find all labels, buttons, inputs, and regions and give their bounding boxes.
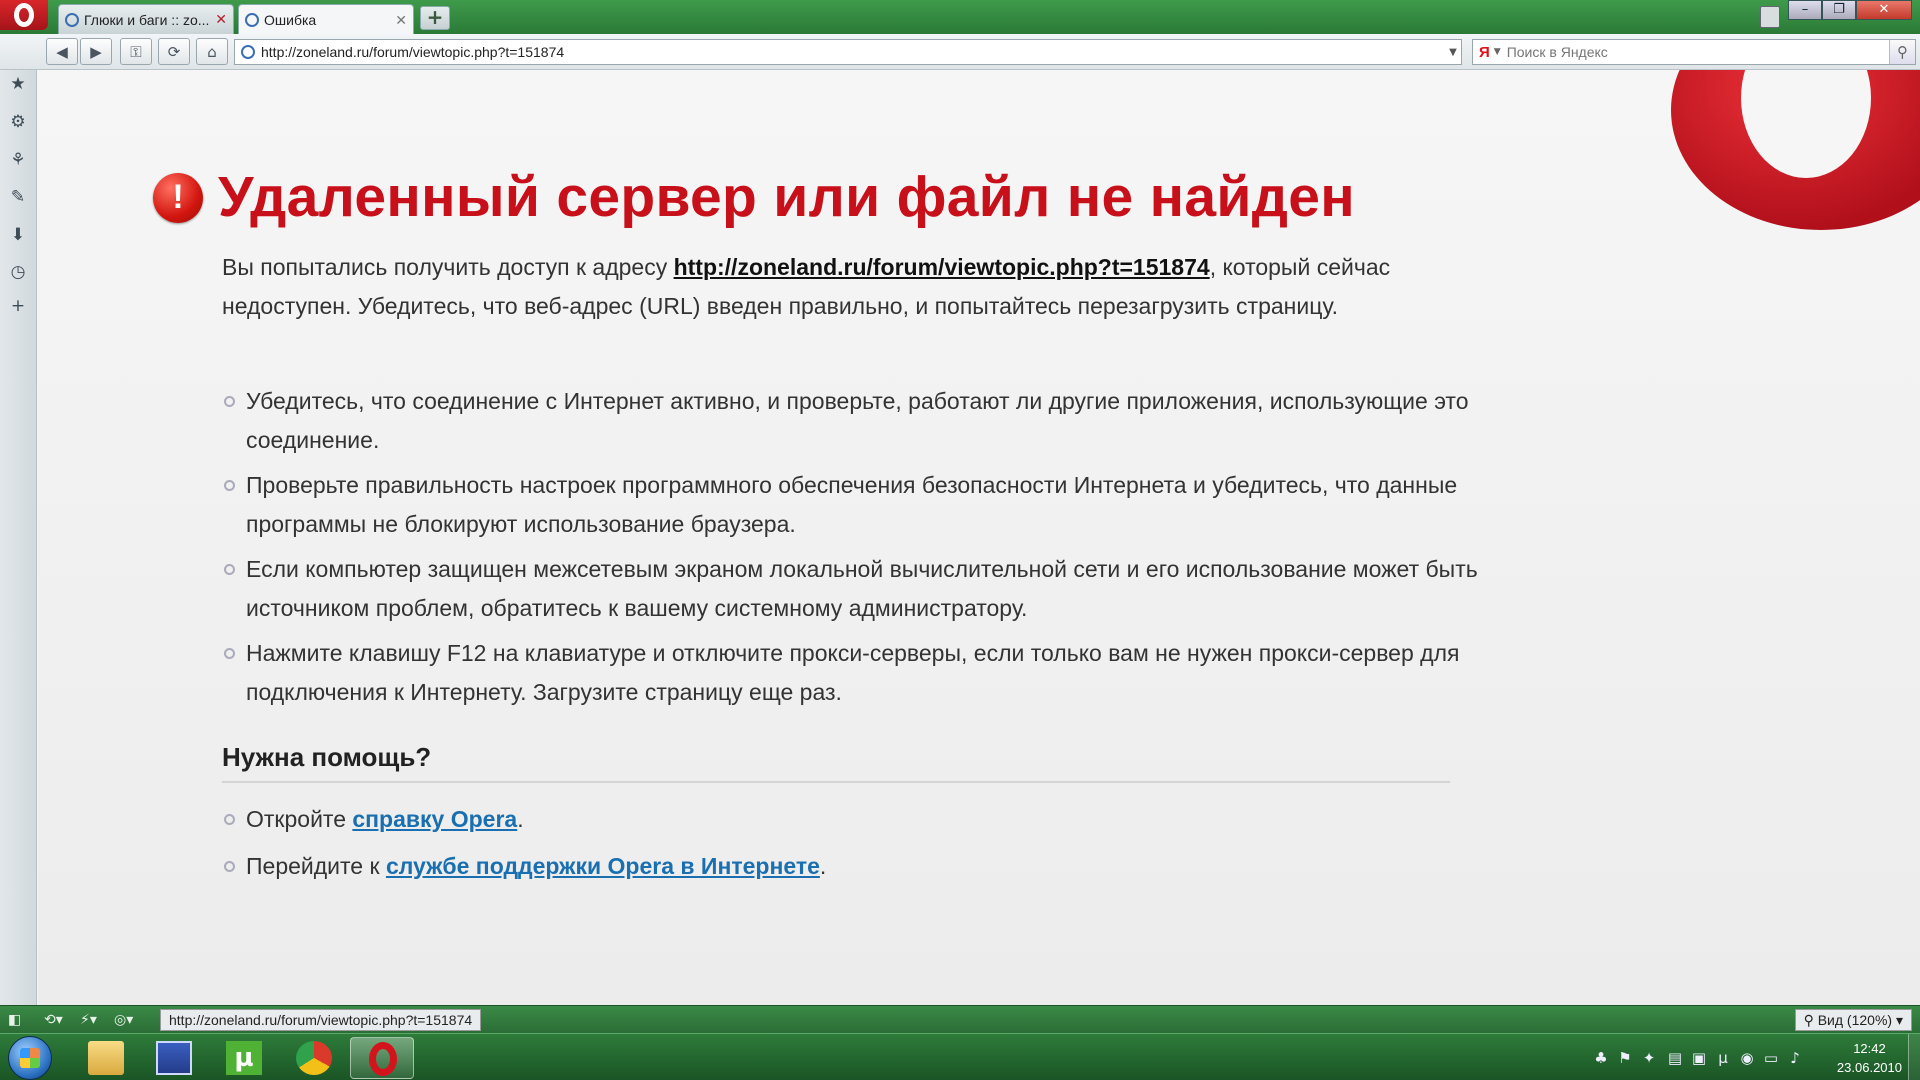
floppy-disk-icon <box>156 1041 192 1075</box>
opera-logo-watermark <box>1671 70 1920 230</box>
address-bar[interactable]: ▼ <box>234 39 1462 65</box>
address-input[interactable] <box>261 44 1445 60</box>
trash-can-icon[interactable] <box>1760 6 1780 28</box>
windows-logo-icon <box>20 1048 40 1068</box>
close-tab-icon[interactable]: ✕ <box>395 12 407 29</box>
yandex-icon[interactable]: Я <box>1479 44 1490 61</box>
history-clock-icon[interactable]: ◷ <box>8 262 28 282</box>
key-icon: ⚿ <box>130 42 142 61</box>
bookmarks-icon[interactable]: ★ <box>8 74 28 94</box>
network-tray-icon[interactable]: ✦ <box>1640 1049 1658 1067</box>
app-tray-icon[interactable]: ▣ <box>1690 1049 1708 1067</box>
flag-tray-icon[interactable]: ⚑ <box>1616 1049 1634 1067</box>
show-desktop-button[interactable] <box>1908 1034 1920 1080</box>
back-button[interactable]: ◀ <box>46 38 78 65</box>
widgets-gear-icon[interactable]: ⚙ <box>8 112 28 132</box>
forward-button[interactable]: ▶ <box>80 38 112 65</box>
chrome-taskbar-button[interactable] <box>282 1037 346 1079</box>
volume-icon[interactable]: ♪ <box>1786 1049 1804 1067</box>
panel-toggle-icon[interactable]: ◧ <box>8 1010 21 1030</box>
panel-sidebar: ★ ⚙ ⚘ ✎ ⬇ ◷ + <box>0 70 37 1005</box>
reload-button[interactable]: ⟳ <box>158 38 190 65</box>
arrow-left-icon: ◀ <box>56 42 68 61</box>
arrow-right-icon: ▶ <box>90 42 102 61</box>
search-input[interactable] <box>1506 44 1889 60</box>
opera-menu-button[interactable] <box>0 0 48 30</box>
add-panel-icon[interactable]: + <box>8 296 28 316</box>
downloads-icon[interactable]: ⬇ <box>8 225 28 245</box>
tab-label: Глюки и баги :: zo... <box>84 11 210 28</box>
start-button[interactable] <box>8 1036 52 1080</box>
language-flag-tray-icon[interactable]: ▤ <box>1666 1049 1684 1067</box>
zoom-control[interactable]: ⚲ Вид (120%) ▾ <box>1794 1009 1912 1031</box>
list-item: Если компьютер защищен межсетевым экрано… <box>222 550 1492 628</box>
opera-taskbar-button[interactable] <box>350 1037 414 1079</box>
search-icon[interactable]: ⚲ <box>1889 40 1915 64</box>
close-tab-icon[interactable]: ✕ <box>215 11 227 28</box>
clock-date: 23.06.2010 <box>1836 1060 1902 1075</box>
status-url: http://zoneland.ru/forum/viewtopic.php?t… <box>160 1009 482 1031</box>
help-list: Откройте справку Opera. Перейдите к служ… <box>222 800 1492 894</box>
magnifier-icon: ⚲ <box>1803 1012 1818 1028</box>
error-page: ! Удаленный сервер или файл не найден Вы… <box>38 70 1920 1005</box>
chevron-down-icon[interactable]: ▼ <box>1494 47 1501 57</box>
list-item: Убедитесь, что соединение с Интернет акт… <box>222 382 1492 460</box>
list-item: Проверьте правильность настроек программ… <box>222 466 1492 544</box>
tab-inactive[interactable]: Глюки и баги :: zo... ✕ <box>58 4 234 34</box>
list-item: Нажмите клавишу F12 на клавиатуре и откл… <box>222 634 1492 712</box>
tab-active[interactable]: Ошибка ✕ <box>238 4 414 35</box>
list-item: Перейдите к службе поддержки Opera в Инт… <box>222 847 1492 886</box>
folder-icon <box>88 1041 124 1075</box>
opera-icon <box>369 1042 397 1076</box>
page-title: Удаленный сервер или файл не найден <box>218 165 1355 229</box>
intro-text: Вы попытались получить доступ к адресу <box>222 254 674 280</box>
wand-button[interactable]: ⚿ <box>120 38 152 65</box>
chrome-icon <box>296 1041 332 1075</box>
opera-logo-icon <box>14 3 34 27</box>
page-favicon-icon <box>245 13 259 27</box>
explorer-taskbar-button[interactable] <box>74 1037 138 1079</box>
troubleshooting-list: Убедитесь, что соединение с Интернет акт… <box>222 382 1492 718</box>
title-bar: Глюки и баги :: zo... ✕ Ошибка ✕ + – ❐ ✕ <box>0 0 1920 35</box>
page-favicon-icon <box>65 12 79 27</box>
window-controls: – ❐ ✕ <box>1788 0 1912 20</box>
notes-icon[interactable]: ✎ <box>8 187 28 207</box>
images-icon[interactable]: ◎▾ <box>114 1010 133 1030</box>
list-item: Откройте справку Opera. <box>222 800 1492 839</box>
help-heading: Нужна помощь? <box>222 742 1450 783</box>
chevron-down-icon: ▾ <box>1892 1012 1903 1028</box>
error-description: Вы попытались получить доступ к адресу h… <box>222 248 1492 326</box>
monitor-tray-icon[interactable]: ▭ <box>1762 1049 1780 1067</box>
search-box[interactable]: Я ▼ ⚲ <box>1472 39 1916 65</box>
tab-label: Ошибка <box>264 12 317 28</box>
close-window-button[interactable]: ✕ <box>1856 0 1912 20</box>
status-bar: ◧ ⟲▾ ⚡▾ ◎▾ http://zoneland.ru/forum/view… <box>0 1005 1920 1033</box>
utorrent-icon: µ <box>226 1041 262 1075</box>
windows-taskbar: µ ♣ ⚑ ✦ ▤ ▣ µ ◉ ▭ ♪ 12:42 23.06.2010 <box>0 1033 1920 1080</box>
failed-url-link[interactable]: http://zoneland.ru/forum/viewtopic.php?t… <box>674 254 1210 280</box>
reload-icon: ⟳ <box>167 42 181 61</box>
error-exclamation-icon: ! <box>153 173 203 223</box>
minimize-button[interactable]: – <box>1788 0 1822 20</box>
navigation-toolbar: ◀ ▶ ⚿ ⟳ ⌂ ▼ Я ▼ ⚲ <box>0 34 1920 70</box>
maximize-button[interactable]: ❐ <box>1822 0 1856 20</box>
utorrent-tray-icon[interactable]: µ <box>1714 1049 1732 1067</box>
clover-tray-icon[interactable]: ♣ <box>1592 1049 1610 1067</box>
page-favicon-icon <box>241 45 255 59</box>
new-tab-button[interactable]: + <box>420 6 450 30</box>
floppy-taskbar-button[interactable] <box>142 1037 206 1079</box>
opera-support-link[interactable]: службе поддержки Opera в Интернете <box>386 853 820 879</box>
opera-help-link[interactable]: справку Opera <box>352 806 517 832</box>
clock-time: 12:42 <box>1853 1041 1886 1056</box>
system-clock[interactable]: 12:42 23.06.2010 <box>1837 1039 1902 1077</box>
unite-icon[interactable]: ⚘ <box>8 150 28 170</box>
home-icon: ⌂ <box>207 42 217 61</box>
utorrent-taskbar-button[interactable]: µ <box>212 1037 276 1079</box>
skype-tray-icon[interactable]: ◉ <box>1738 1049 1756 1067</box>
zoom-label: Вид (120%) <box>1817 1012 1893 1028</box>
chevron-down-icon[interactable]: ▼ <box>1445 47 1461 58</box>
home-button[interactable]: ⌂ <box>196 38 228 65</box>
sync-icon[interactable]: ⟲▾ <box>44 1010 63 1030</box>
turbo-icon[interactable]: ⚡▾ <box>80 1010 97 1030</box>
